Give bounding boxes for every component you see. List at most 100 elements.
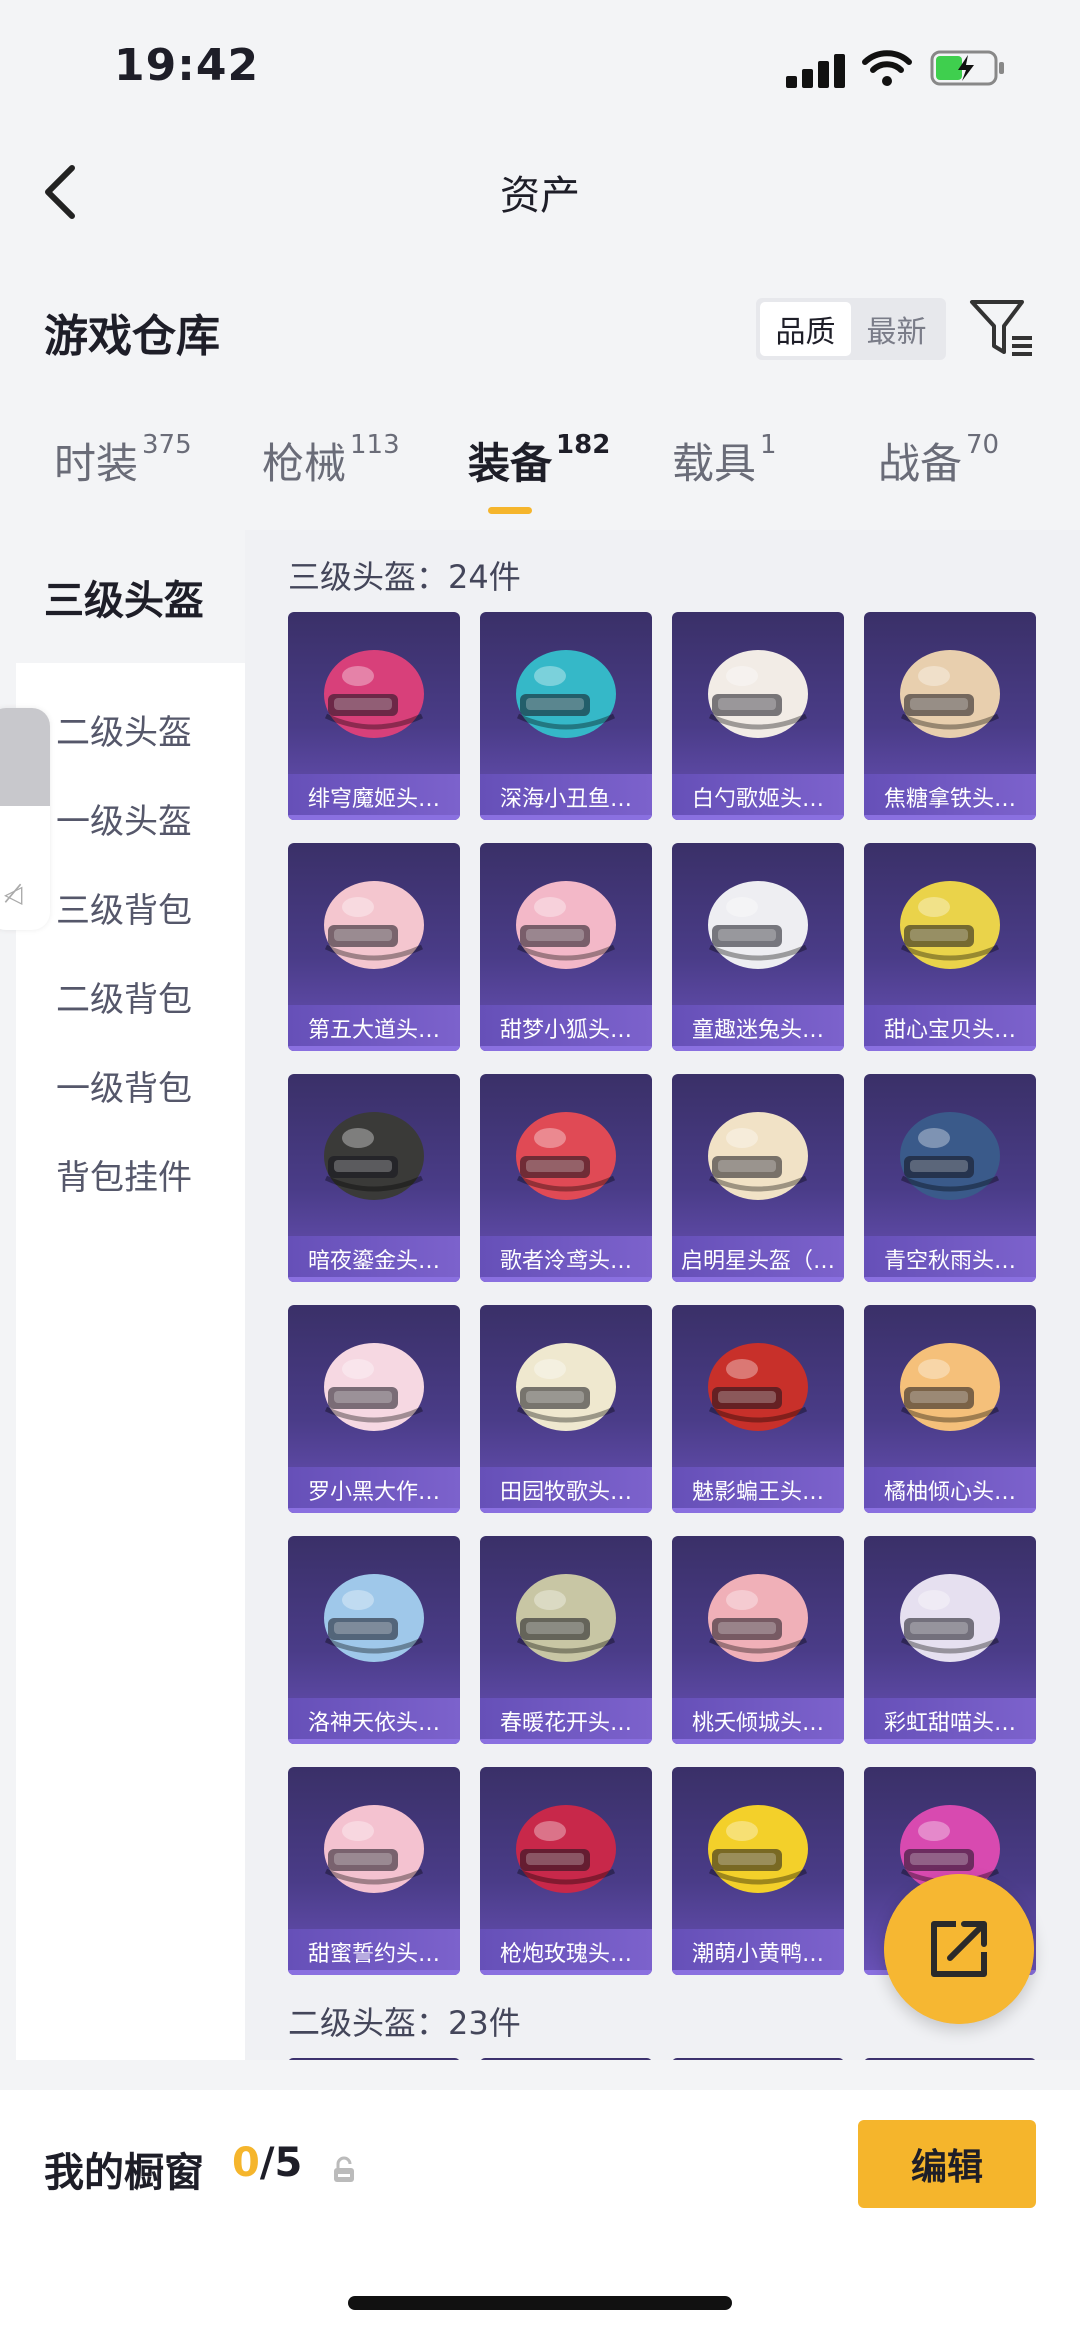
- item-card[interactable]: 田园牧歌头…: [480, 1305, 652, 1513]
- helmet-icon: [516, 1112, 616, 1200]
- tab-count: 375: [142, 430, 192, 460]
- edit-button[interactable]: 编辑: [858, 2120, 1036, 2208]
- item-card[interactable]: 启明星头盔（…: [672, 1074, 844, 1282]
- item-card[interactable]: 甜梦小狐头…: [480, 843, 652, 1051]
- sort-by-quality[interactable]: 品质: [760, 302, 851, 356]
- home-indicator: [348, 2296, 732, 2310]
- tab-label: 时装: [54, 439, 139, 488]
- tab-count: 182: [556, 430, 611, 460]
- sidebar-item-level3-helmet[interactable]: 三级头盔: [0, 530, 245, 663]
- item-card[interactable]: 洛神天依头…: [288, 1536, 460, 1744]
- page-title: 资产: [500, 173, 580, 219]
- filter-icon[interactable]: [968, 296, 1036, 362]
- tab-label: 枪械: [262, 439, 347, 488]
- sidebar-item-level1-helmet[interactable]: 一级头盔: [56, 794, 192, 843]
- item-name: 绯穹魔姬头…: [288, 774, 460, 820]
- rarity-bar: [864, 1739, 1036, 1744]
- helmet-icon: [708, 881, 808, 969]
- sidebar-item-backpack-charm[interactable]: 背包挂件: [56, 1150, 192, 1199]
- rarity-bar: [480, 1508, 652, 1513]
- item-name: 春暖花开头…: [480, 1698, 652, 1744]
- tab-firearms[interactable]: 枪械 113: [262, 430, 400, 491]
- item-name: 罗小黑大作…: [288, 1467, 460, 1513]
- tab-count: 113: [350, 430, 400, 460]
- category-tabs: 时装 375 枪械 113 装备 182 载具 1 战备 70: [0, 430, 1080, 530]
- status-time: 19:42: [114, 40, 260, 91]
- showcase-current: 0: [232, 2140, 260, 2186]
- item-name: 第五大道头…: [288, 1005, 460, 1051]
- share-button[interactable]: [884, 1874, 1034, 2024]
- item-card[interactable]: [864, 2058, 1036, 2060]
- rarity-bar: [864, 1046, 1036, 1051]
- showcase-count: 0/5: [232, 2140, 302, 2186]
- rarity-bar: [288, 1508, 460, 1513]
- item-name: 深海小丑鱼…: [480, 774, 652, 820]
- item-card[interactable]: [672, 2058, 844, 2060]
- helmet-icon: [900, 881, 1000, 969]
- item-card[interactable]: 潮萌小黄鸭…: [672, 1767, 844, 1975]
- item-card[interactable]: 春暖花开头…: [480, 1536, 652, 1744]
- item-name: 潮萌小黄鸭…: [672, 1929, 844, 1975]
- battery-icon: [930, 50, 1004, 86]
- helmet-icon: [324, 650, 424, 738]
- item-name: 童趣迷兔头…: [672, 1005, 844, 1051]
- tab-equipment[interactable]: 装备 182: [468, 430, 610, 491]
- rarity-bar: [864, 815, 1036, 820]
- helmet-icon: [516, 881, 616, 969]
- rarity-bar: [480, 1739, 652, 1744]
- item-card[interactable]: 甜心宝贝头…: [864, 843, 1036, 1051]
- rarity-bar: [672, 1739, 844, 1744]
- item-card[interactable]: [480, 2058, 652, 2060]
- tab-label: 载具: [672, 439, 757, 488]
- item-card[interactable]: 暗夜鎏金头…: [288, 1074, 460, 1282]
- item-card[interactable]: 青空秋雨头…: [864, 1074, 1036, 1282]
- helmet-icon: [900, 1112, 1000, 1200]
- item-card[interactable]: 橘柚倾心头…: [864, 1305, 1036, 1513]
- sidebar-item-level2-backpack[interactable]: 二级背包: [56, 972, 192, 1021]
- item-card[interactable]: 枪炮玫瑰头…: [480, 1767, 652, 1975]
- rarity-bar: [672, 1970, 844, 1975]
- rarity-bar: [672, 1508, 844, 1513]
- rarity-bar: [288, 1970, 460, 1975]
- tab-count: 1: [760, 430, 777, 460]
- volume-slider[interactable]: ◁̸: [0, 708, 50, 930]
- item-name: 暗夜鎏金头…: [288, 1236, 460, 1282]
- helmet-icon: [708, 1112, 808, 1200]
- mute-icon: ◁̸: [4, 880, 23, 908]
- item-card[interactable]: 绯穹魔姬头…: [288, 612, 460, 820]
- rarity-bar: [864, 1277, 1036, 1282]
- tab-fashion[interactable]: 时装 375: [54, 430, 192, 491]
- sidebar-list: 二级头盔 一级头盔 三级背包 二级背包 一级背包 背包挂件: [16, 663, 245, 2060]
- item-card[interactable]: 彩虹甜喵头…: [864, 1536, 1036, 1744]
- item-card[interactable]: 魅影蝙王头…: [672, 1305, 844, 1513]
- item-card[interactable]: [288, 2058, 460, 2060]
- showcase-label: 我的橱窗: [44, 2150, 204, 2196]
- item-card[interactable]: 甜蜜誓约头…: [288, 1767, 460, 1975]
- rarity-bar: [480, 1970, 652, 1975]
- sidebar-item-level2-helmet[interactable]: 二级头盔: [56, 705, 192, 754]
- item-card[interactable]: 桃夭倾城头…: [672, 1536, 844, 1744]
- item-card[interactable]: 焦糖拿铁头…: [864, 612, 1036, 820]
- helmet-icon: [324, 881, 424, 969]
- sidebar-item-level3-backpack[interactable]: 三级背包: [56, 883, 192, 932]
- helmet-icon: [516, 1343, 616, 1431]
- item-grid: 三级头盔：24件 二级头盔：23件 绯穹魔姬头… 深海小丑鱼… 白勺歌姬头… 焦糖拿铁…: [245, 530, 1080, 2060]
- sidebar-item-level1-backpack[interactable]: 一级背包: [56, 1061, 192, 1110]
- rarity-bar: [672, 1046, 844, 1051]
- sort-by-newest[interactable]: 最新: [851, 302, 942, 356]
- item-card[interactable]: 白勺歌姬头…: [672, 612, 844, 820]
- item-card[interactable]: 第五大道头…: [288, 843, 460, 1051]
- status-bar: 19:42: [0, 0, 1080, 140]
- item-card[interactable]: 罗小黑大作…: [288, 1305, 460, 1513]
- helmet-icon: [324, 1805, 424, 1893]
- item-card[interactable]: 童趣迷兔头…: [672, 843, 844, 1051]
- rarity-bar: [672, 815, 844, 820]
- helmet-icon: [708, 1343, 808, 1431]
- volume-level: [0, 708, 50, 806]
- item-card[interactable]: 歌者泠鸢头…: [480, 1074, 652, 1282]
- tab-combat-gear[interactable]: 战备 70: [878, 430, 999, 491]
- group-title: 二级头盔：23件: [288, 2004, 521, 2042]
- helmet-icon: [900, 650, 1000, 738]
- item-card[interactable]: 深海小丑鱼…: [480, 612, 652, 820]
- tab-vehicles[interactable]: 载具 1: [672, 430, 777, 491]
